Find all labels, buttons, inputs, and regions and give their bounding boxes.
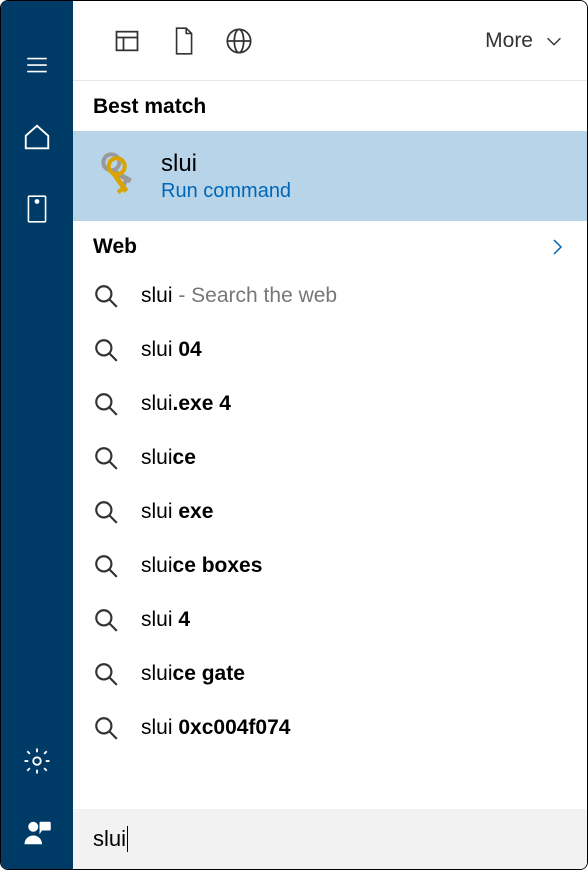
filter-bar: More bbox=[73, 1, 587, 81]
search-icon bbox=[93, 283, 119, 309]
best-match-header: Best match bbox=[73, 81, 587, 131]
apps-icon bbox=[113, 27, 141, 55]
web-result-text: sluice boxes bbox=[141, 554, 262, 578]
hamburger-menu-button[interactable] bbox=[1, 29, 73, 101]
web-result-row[interactable]: slui.exe 4 bbox=[73, 377, 587, 431]
search-icon bbox=[93, 445, 119, 471]
gear-icon bbox=[22, 746, 52, 776]
search-icon bbox=[93, 607, 119, 633]
web-results-list: slui - Search the web slui 04 slui.exe 4 sl… bbox=[73, 269, 587, 755]
text-caret bbox=[127, 826, 128, 852]
search-icon bbox=[93, 391, 119, 417]
web-result-row[interactable]: sluice gate bbox=[73, 647, 587, 701]
main-panel: More Best match bbox=[73, 1, 587, 869]
web-result-text: slui 0xc004f074 bbox=[141, 716, 290, 740]
web-result-text: slui 04 bbox=[141, 338, 202, 362]
sidebar bbox=[1, 1, 73, 869]
search-box[interactable]: slui bbox=[73, 809, 587, 869]
documents-filter-button[interactable] bbox=[155, 13, 211, 69]
tablet-button[interactable] bbox=[1, 173, 73, 245]
tablet-icon bbox=[24, 194, 50, 224]
search-icon bbox=[93, 337, 119, 363]
search-icon bbox=[93, 661, 119, 687]
apps-filter-button[interactable] bbox=[99, 13, 155, 69]
hamburger-icon bbox=[24, 52, 50, 78]
web-result-text: slui 4 bbox=[141, 608, 190, 632]
web-result-row[interactable]: slui 4 bbox=[73, 593, 587, 647]
web-result-text: sluice gate bbox=[141, 662, 245, 686]
search-icon bbox=[93, 553, 119, 579]
more-filters-button[interactable]: More bbox=[485, 29, 587, 53]
best-match-result[interactable]: slui Run command bbox=[73, 131, 587, 221]
web-section-header[interactable]: Web bbox=[73, 221, 587, 269]
document-icon bbox=[170, 26, 196, 56]
web-result-text: slui.exe 4 bbox=[141, 392, 231, 416]
settings-button[interactable] bbox=[1, 725, 73, 797]
user-feedback-button[interactable] bbox=[1, 797, 73, 869]
web-filter-button[interactable] bbox=[211, 13, 267, 69]
home-button[interactable] bbox=[1, 101, 73, 173]
home-icon bbox=[22, 122, 52, 152]
keys-icon bbox=[91, 152, 139, 200]
web-result-row[interactable]: slui 0xc004f074 bbox=[73, 701, 587, 755]
chevron-down-icon bbox=[543, 30, 565, 52]
search-icon bbox=[93, 499, 119, 525]
chevron-right-icon bbox=[545, 235, 569, 259]
web-result-row[interactable]: slui 04 bbox=[73, 323, 587, 377]
web-result-text: sluice bbox=[141, 446, 196, 470]
user-feedback-icon bbox=[22, 818, 52, 848]
search-icon bbox=[93, 715, 119, 741]
web-result-row[interactable]: sluice bbox=[73, 431, 587, 485]
web-header-label: Web bbox=[93, 235, 137, 259]
web-result-row[interactable]: slui - Search the web bbox=[73, 269, 587, 323]
more-label: More bbox=[485, 29, 533, 53]
best-match-subtitle: Run command bbox=[161, 180, 291, 203]
web-result-row[interactable]: slui exe bbox=[73, 485, 587, 539]
search-input-text: slui bbox=[93, 826, 126, 852]
best-match-title: slui bbox=[161, 150, 291, 178]
web-result-text: slui exe bbox=[141, 500, 213, 524]
web-result-row[interactable]: sluice boxes bbox=[73, 539, 587, 593]
web-result-text: slui - Search the web bbox=[141, 284, 337, 308]
globe-icon bbox=[225, 27, 253, 55]
